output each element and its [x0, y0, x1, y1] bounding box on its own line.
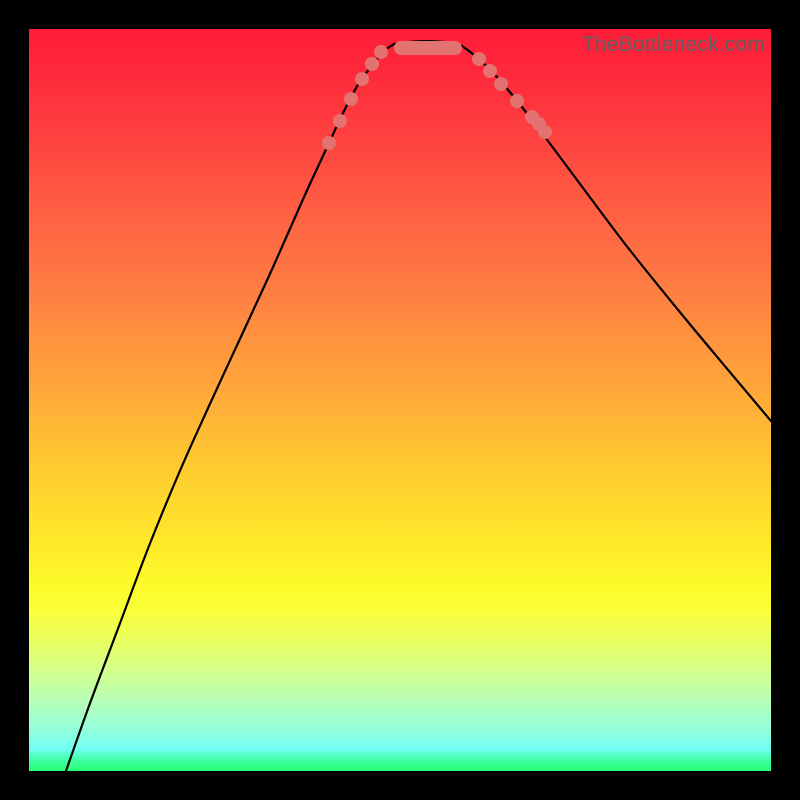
- curve-right-branch: [459, 44, 771, 421]
- curve-bottom-flat: [394, 41, 459, 44]
- watermark-text: TheBottleneck.com: [582, 33, 765, 57]
- highlight-dot: [472, 52, 486, 66]
- chart-svg: [29, 29, 771, 771]
- highlight-dot: [344, 92, 358, 106]
- highlight-dot: [322, 136, 336, 150]
- highlight-dot: [510, 94, 524, 108]
- highlight-dot: [532, 117, 546, 131]
- curve-left-branch: [66, 44, 394, 771]
- chart-frame: TheBottleneck.com: [0, 0, 800, 800]
- highlight-dot: [538, 125, 552, 139]
- highlight-dot: [374, 45, 388, 59]
- highlight-dot: [365, 57, 379, 71]
- highlight-dot: [355, 72, 369, 86]
- minimum-highlight: [394, 41, 462, 55]
- highlight-dot: [494, 77, 508, 91]
- highlight-dots-group: [322, 45, 552, 150]
- highlight-dot: [525, 110, 539, 124]
- plot-area: TheBottleneck.com: [29, 29, 771, 771]
- highlight-dot: [483, 64, 497, 78]
- highlight-dot: [333, 114, 347, 128]
